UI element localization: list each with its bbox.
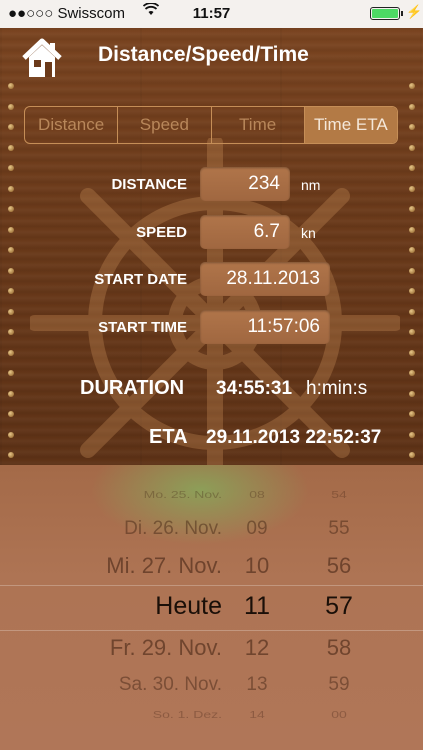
rivets-right xyxy=(409,83,415,463)
rivet xyxy=(409,165,415,171)
start-time-label: START TIME xyxy=(98,319,187,336)
rivet xyxy=(8,411,14,417)
picker-minute: 55 xyxy=(328,517,350,539)
rivet xyxy=(8,83,14,89)
picker-date: Di. 26. Nov. xyxy=(124,517,222,539)
rivet xyxy=(409,206,415,212)
rivet xyxy=(409,370,415,376)
rivet xyxy=(409,452,415,458)
picker-row[interactable]: Mo. 25. Nov. 08 54 xyxy=(0,489,423,517)
rivet xyxy=(8,329,14,335)
rivet xyxy=(8,206,14,212)
rivet xyxy=(8,288,14,294)
picker-date: Fr. 29. Nov. xyxy=(109,634,222,660)
speed-label: SPEED xyxy=(136,224,187,241)
distance-label: DISTANCE xyxy=(111,176,187,193)
rivet xyxy=(8,226,14,233)
rivet xyxy=(8,308,14,315)
rivet xyxy=(8,124,14,130)
picker-date: Mo. 25. Nov. xyxy=(143,488,222,500)
picker-date: Heute xyxy=(155,592,222,620)
picker-date: Mi. 27. Nov. xyxy=(106,552,222,578)
page-title: Distance/Speed/Time xyxy=(98,43,309,66)
rivet xyxy=(8,267,14,274)
home-button[interactable] xyxy=(20,36,64,80)
charging-icon: ⚡ xyxy=(406,4,423,19)
picker-minute: 57 xyxy=(325,592,353,620)
tab-time-eta[interactable]: Time ETA xyxy=(304,107,397,143)
picker-minute: 58 xyxy=(326,634,352,660)
speed-unit: kn xyxy=(301,225,316,241)
rivet xyxy=(8,431,14,438)
rivet xyxy=(8,349,14,356)
tab-speed[interactable]: Speed xyxy=(118,107,212,143)
picker-hour: 13 xyxy=(246,673,268,695)
picker-hour: 09 xyxy=(246,517,268,539)
distance-field[interactable]: 234 xyxy=(200,167,290,201)
rivet xyxy=(409,349,415,356)
duration-value: 34:55:31 xyxy=(216,378,293,399)
rivet xyxy=(409,144,415,151)
rivet xyxy=(8,452,14,458)
picker-row[interactable]: So. 1. Dez. 14 00 xyxy=(0,709,423,737)
picker-date: So. 1. Dez. xyxy=(152,708,222,720)
rivet xyxy=(8,247,14,253)
picker-hour: 11 xyxy=(244,592,270,620)
rivet xyxy=(8,144,14,151)
battery-icon xyxy=(370,7,403,20)
date-time-picker[interactable]: Mo. 25. Nov. 08 54 Di. 26. Nov. 09 55 Mi. 27. … xyxy=(0,465,423,750)
duration-unit: h:min:s xyxy=(306,378,368,399)
tab-time[interactable]: Time xyxy=(212,107,305,143)
rivet xyxy=(409,288,415,294)
tab-distance[interactable]: Distance xyxy=(25,107,119,143)
rivet xyxy=(8,370,14,376)
picker-minute: 00 xyxy=(331,708,347,720)
picker-row[interactable]: Di. 26. Nov. 09 55 xyxy=(0,518,423,558)
start-time-field[interactable]: 11:57:06 xyxy=(200,310,330,344)
rivet xyxy=(409,124,415,130)
status-bar: ●●○○○ Swisscom 11:57 ⚡ xyxy=(0,0,423,28)
eta-label: ETA xyxy=(149,426,188,448)
distance-unit: nm xyxy=(301,177,321,193)
rivet xyxy=(409,329,415,335)
rivet xyxy=(409,185,415,192)
picker-row[interactable]: Heute 11 57 xyxy=(0,592,423,632)
duration-label: DURATION xyxy=(80,377,185,399)
clock: 11:57 xyxy=(192,5,231,22)
picker-date: Sa. 30. Nov. xyxy=(118,673,222,695)
picker-minute: 54 xyxy=(331,488,347,500)
rivet xyxy=(409,83,415,89)
rivet xyxy=(8,103,14,110)
rivets-left xyxy=(8,83,14,463)
rivet xyxy=(409,390,415,397)
start-date-label: START DATE xyxy=(94,271,187,288)
picker-hour: 08 xyxy=(249,488,265,500)
rivet xyxy=(409,411,415,417)
picker-row[interactable]: Fr. 29. Nov. 12 58 xyxy=(0,635,423,675)
picker-hour: 14 xyxy=(249,708,265,720)
start-date-field[interactable]: 28.11.2013 xyxy=(200,262,330,296)
rivet xyxy=(409,247,415,253)
picker-hour: 10 xyxy=(244,552,270,578)
mode-segmented-control: Distance Speed Time Time ETA xyxy=(24,106,398,144)
picker-row[interactable]: Sa. 30. Nov. 13 59 xyxy=(0,674,423,714)
picker-minute: 59 xyxy=(328,673,350,695)
eta-value: 29.11.2013 22:52:37 xyxy=(206,427,382,448)
speed-field[interactable]: 6.7 xyxy=(200,215,290,249)
rivet xyxy=(8,165,14,171)
wood-panel: Distance/Speed/Time Distance Speed Time … xyxy=(0,28,423,465)
picker-minute: 56 xyxy=(326,552,352,578)
rivet xyxy=(8,185,14,192)
rivet xyxy=(8,390,14,397)
rivet xyxy=(409,103,415,110)
rivet xyxy=(409,431,415,438)
rivet xyxy=(409,267,415,274)
rivet xyxy=(409,308,415,315)
home-icon xyxy=(22,38,62,77)
rivet xyxy=(409,226,415,233)
picker-row[interactable]: Mi. 27. Nov. 10 56 xyxy=(0,553,423,593)
picker-hour: 12 xyxy=(244,634,270,660)
